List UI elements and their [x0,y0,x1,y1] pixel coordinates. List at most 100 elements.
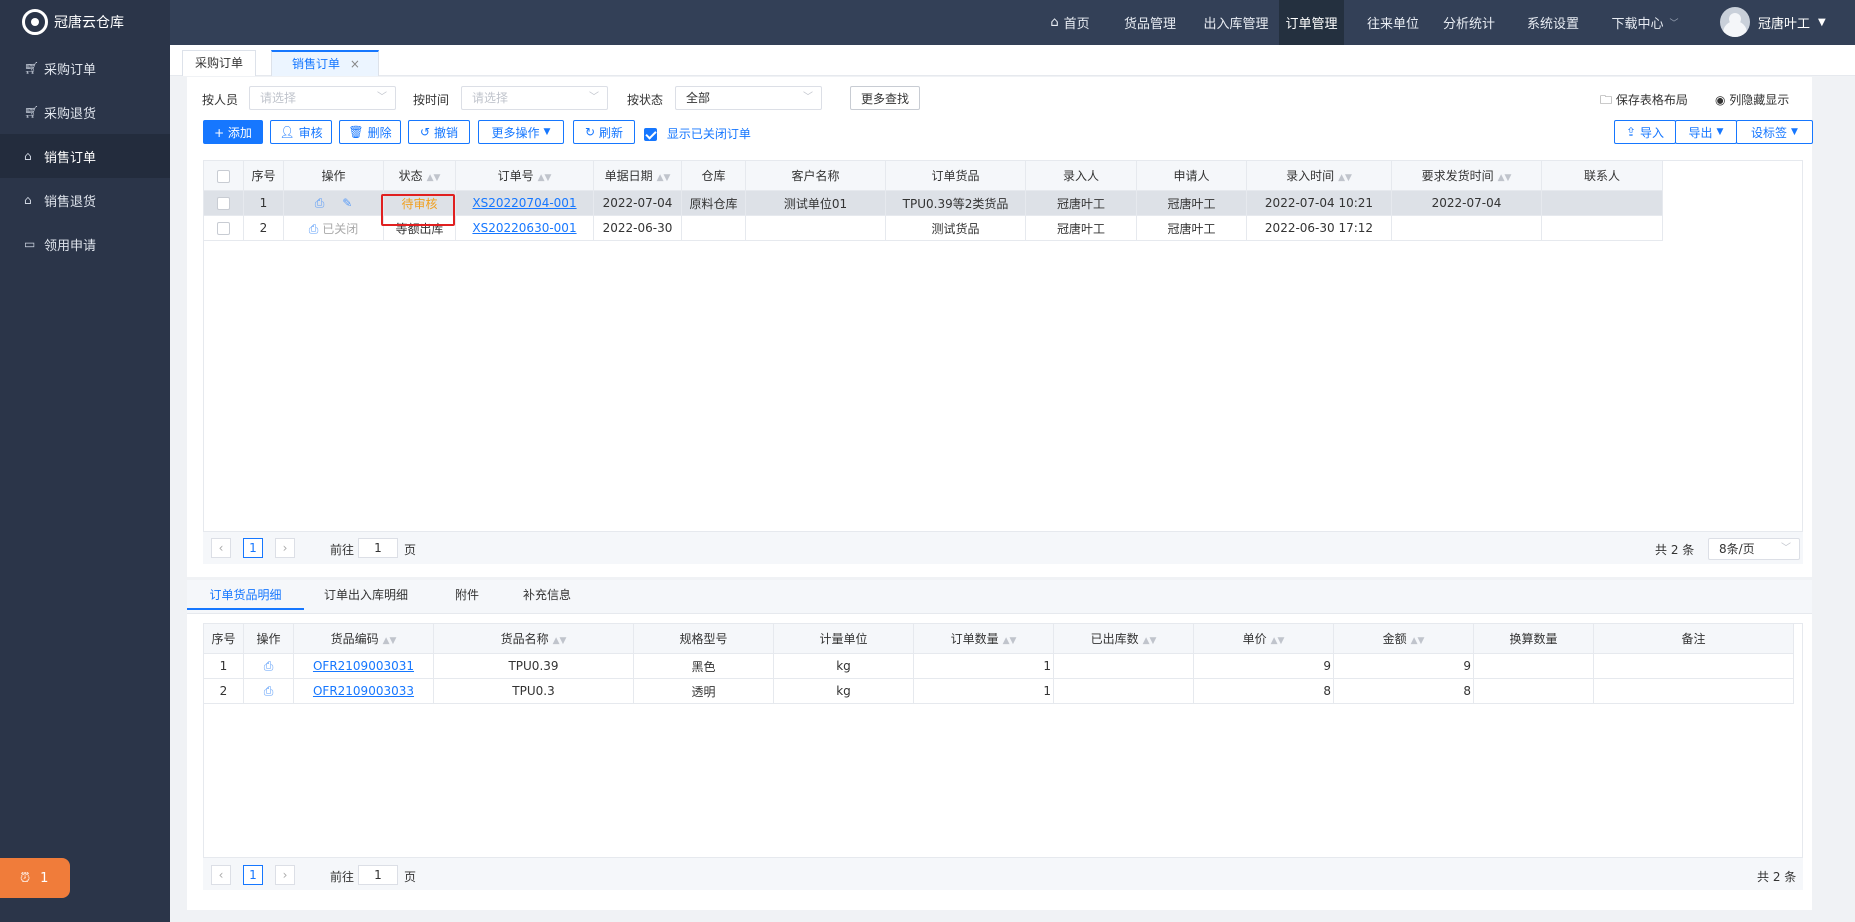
person-filter-label: 按人员 [202,93,239,107]
alarm-badge[interactable]: ⏰︎ 1 [0,858,70,898]
nav-home[interactable]: ⌂ 首页 [1040,0,1100,45]
sidebar-item-purchase-order[interactable]: 🛒︎ 采购订单 [0,46,170,90]
sidebar-item-requisition[interactable]: ▭ 领用申请 [0,222,170,266]
sidebar-item-purchase-return[interactable]: 🛒︎ 采购退货 [0,90,170,134]
row-checkbox[interactable] [217,197,230,210]
sort-icon[interactable]: ▲▼ [1411,636,1425,646]
undo-icon: ↺ [419,125,431,139]
show-closed-checkbox[interactable] [644,128,657,141]
tab-extra-info[interactable]: 补充信息 [517,580,577,610]
column-header[interactable]: 金额 ▲▼ [1333,623,1474,654]
goto-page-input[interactable]: 1 [358,865,398,885]
nav-analysis[interactable]: 分析统计 [1436,0,1502,45]
sort-icon[interactable]: ▲▼ [1498,173,1512,183]
tab-purchase-order[interactable]: 采购订单 [182,50,257,76]
goto-page-input[interactable]: 1 [358,538,398,558]
row-checkbox[interactable] [217,222,230,235]
tab-order-goods-detail[interactable]: 订单货品明细 [187,580,304,610]
add-button[interactable]: + 添加 [203,120,263,144]
app-title: 冠唐云仓库 [54,15,124,31]
column-toggle-link[interactable]: ◉ 列隐藏显示 [1715,91,1789,108]
prev-page-button[interactable]: ‹ [211,538,231,558]
print-icon[interactable]: ⎙ [264,684,274,698]
column-header: 仓库 [681,160,746,191]
status-select[interactable]: 全部 ﹀ [675,86,822,110]
nav-stock-io[interactable]: 出入库管理 [1196,0,1276,45]
sidebar-item-label: 采购退货 [44,106,97,122]
sort-icon[interactable]: ▲▼ [1143,636,1157,646]
column-header[interactable]: 货品名称 ▲▼ [433,623,634,654]
next-page-button[interactable]: › [275,538,295,558]
nav-goods[interactable]: 货品管理 [1115,0,1185,45]
current-page[interactable]: 1 [243,865,263,885]
import-button[interactable]: ⇪ 导入 [1614,120,1676,144]
nav-settings[interactable]: 系统设置 [1517,0,1589,45]
column-header: 序号 [243,160,284,191]
nav-download[interactable]: 下载中心 ﹀ [1605,0,1685,45]
prev-page-button[interactable]: ‹ [211,865,231,885]
order-number-link[interactable]: XS20220630-001 [472,221,576,235]
table-row[interactable]: 2 ⎙ OFR2109003033 TPU0.3 透明 kg 1 8 8 [203,678,1794,704]
app-logo[interactable]: 冠唐云仓库 [22,9,124,35]
save-layout-link[interactable]: 🗀︎ 保存表格布局 [1600,91,1688,112]
table-header-row: 序号 操作 货品编码 ▲▼ 货品名称 ▲▼ 规格型号 计量单位 订单数量 ▲▼ 已出库… [203,623,1794,654]
column-header[interactable]: 单据日期 ▲▼ [593,160,682,191]
order-number-link[interactable]: XS20220704-001 [472,196,576,210]
tab-attachments[interactable]: 附件 [447,580,487,610]
chevron-down-icon: ﹀ [803,92,813,103]
chevron-down-icon: ﹀ [589,92,599,103]
show-closed-toggle[interactable]: 显示已关闭订单 [644,125,751,142]
next-page-button[interactable]: › [275,865,295,885]
edit-icon[interactable]: ✎ [342,196,352,210]
column-header[interactable]: 货品编码 ▲▼ [293,623,434,654]
detail-table: 序号 操作 货品编码 ▲▼ 货品名称 ▲▼ 规格型号 计量单位 订单数量 ▲▼ 已出库… [203,623,1794,704]
sort-icon[interactable]: ▲▼ [427,173,441,183]
column-header[interactable]: 单价 ▲▼ [1193,623,1334,654]
approve-button[interactable]: 👤︎ 审核 [270,120,332,144]
column-header[interactable]: 订单号 ▲▼ [455,160,594,191]
set-tag-button[interactable]: 设标签 ▼ [1736,120,1813,144]
current-page[interactable]: 1 [243,538,263,558]
column-header[interactable]: 要求发货时间 ▲▼ [1391,160,1542,191]
person-select[interactable]: 请选择 ﹀ [249,86,396,110]
column-header[interactable]: 状态 ▲▼ [383,160,456,191]
close-icon[interactable]: × [350,57,360,71]
goods-code-link[interactable]: OFR2109003033 [313,684,414,698]
column-header[interactable]: 录入时间 ▲▼ [1246,160,1392,191]
select-all-checkbox[interactable] [217,169,230,183]
nav-orders[interactable]: 订单管理 [1279,0,1344,45]
sort-icon[interactable]: ▲▼ [657,173,671,183]
more-search-button[interactable]: 更多查找 [850,86,920,110]
table-row[interactable]: 1 ⎙ OFR2109003031 TPU0.39 黑色 kg 1 9 9 [203,653,1794,679]
user-menu[interactable]: 冠唐叶工 ▼ [1720,7,1826,37]
sidebar-item-label: 采购订单 [44,62,97,78]
column-header[interactable]: 订单数量 ▲▼ [913,623,1054,654]
goods-code-link[interactable]: OFR2109003031 [313,659,414,673]
sort-icon[interactable]: ▲▼ [1338,173,1352,183]
sort-icon[interactable]: ▲▼ [383,636,397,646]
tab-order-io-detail[interactable]: 订单出入库明细 [313,580,419,610]
print-icon[interactable]: ⎙ [309,222,319,236]
sort-icon[interactable]: ▲▼ [1003,636,1017,646]
avatar [1720,7,1750,37]
print-icon[interactable]: ⎙ [264,659,274,673]
column-header: 规格型号 [633,623,774,654]
time-select[interactable]: 请选择 ﹀ [461,86,608,110]
refresh-button[interactable]: ↻ 刷新 [573,120,635,144]
sort-icon[interactable]: ▲▼ [553,636,567,646]
more-ops-button[interactable]: 更多操作 ▼ [478,120,564,144]
column-header: 备注 [1593,623,1794,654]
tab-sales-order[interactable]: 销售订单 × [271,50,379,76]
select-all-cell[interactable] [203,160,244,191]
sidebar-item-sales-return[interactable]: ⌂ 销售退货 [0,178,170,222]
print-icon[interactable]: ⎙ [315,196,325,210]
sort-icon[interactable]: ▲▼ [1271,636,1285,646]
sidebar-item-sales-order[interactable]: ⌂ 销售订单 [0,134,170,178]
revoke-button[interactable]: ↺ 撤销 [408,120,470,144]
sort-icon[interactable]: ▲▼ [538,173,552,183]
nav-partners[interactable]: 往来单位 [1360,0,1426,45]
page-size-select[interactable]: 8条/页 ﹀ [1708,538,1800,560]
delete-button[interactable]: 🗑︎ 删除 [339,120,401,144]
export-button[interactable]: 导出 ▼ [1675,120,1737,144]
column-header[interactable]: 已出库数 ▲▼ [1053,623,1194,654]
